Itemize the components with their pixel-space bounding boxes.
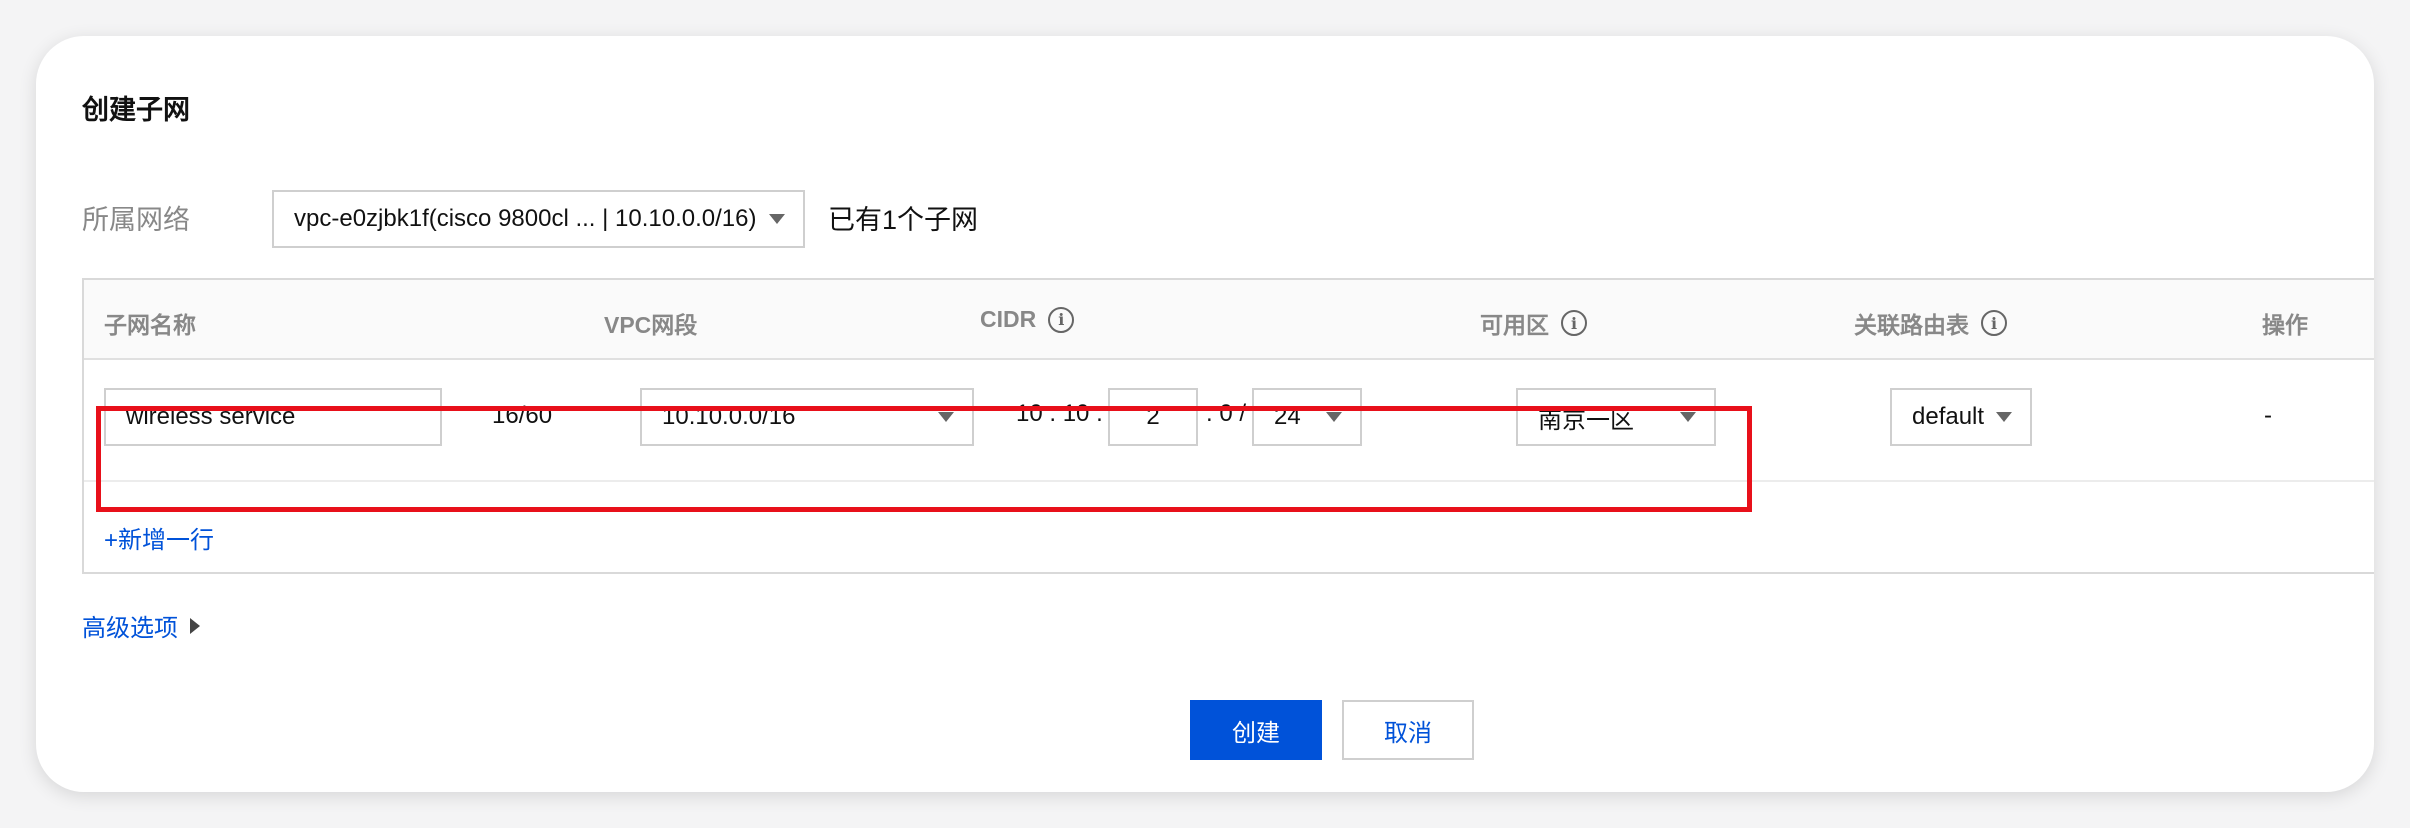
cancel-button[interactable]: 取消 — [1342, 700, 1474, 760]
network-select[interactable]: vpc-e0zjbk1f(cisco 9800cl ... | 10.10.0.… — [272, 190, 805, 248]
row-action: - — [2264, 402, 2272, 429]
header-vpc-label: VPC网段 — [604, 312, 698, 338]
expand-triangle-icon — [190, 617, 200, 634]
add-row-link[interactable]: +新增一行 — [104, 520, 214, 555]
header-zone-label: 可用区 — [1480, 312, 1549, 338]
header-subnet-name: 子网名称 — [104, 306, 196, 340]
dropdown-arrow-icon — [769, 214, 785, 224]
create-subnet-dialog: 创建子网 所属网络 vpc-e0zjbk1f(cisco 9800cl ... … — [36, 36, 2374, 792]
header-route-table: 关联路由表 i — [1854, 306, 2007, 340]
table-header: 子网名称 VPC网段 CIDR i 可用区 i 关联路由表 i 操作 — [84, 280, 2374, 360]
advanced-options-label: 高级选项 — [82, 615, 178, 642]
info-icon[interactable]: i — [1048, 306, 1075, 333]
advanced-options-toggle[interactable]: 高级选项 — [82, 608, 200, 643]
dialog-title: 创建子网 — [82, 95, 190, 125]
header-route-table-label: 关联路由表 — [1854, 312, 1969, 338]
info-icon[interactable]: i — [1981, 310, 2007, 336]
network-select-value: vpc-e0zjbk1f(cisco 9800cl ... | 10.10.0.… — [294, 205, 757, 232]
route-table-select[interactable]: default — [1890, 388, 2032, 446]
header-cidr: CIDR i — [980, 306, 1075, 333]
header-subnet-name-label: 子网名称 — [104, 312, 196, 338]
info-icon[interactable]: i — [1561, 310, 1587, 336]
header-action: 操作 — [2262, 306, 2308, 340]
header-cidr-label: CIDR — [980, 306, 1037, 332]
dropdown-arrow-icon — [1996, 412, 2012, 422]
create-button[interactable]: 创建 — [1190, 700, 1322, 760]
route-table-value: default — [1912, 403, 1985, 430]
subnet-count-note: 已有1个子网 — [828, 205, 979, 235]
header-action-label: 操作 — [2262, 312, 2308, 338]
header-zone: 可用区 i — [1480, 306, 1587, 340]
highlight-box — [96, 406, 1752, 512]
network-label: 所属网络 — [82, 205, 190, 235]
header-vpc: VPC网段 — [604, 306, 697, 340]
